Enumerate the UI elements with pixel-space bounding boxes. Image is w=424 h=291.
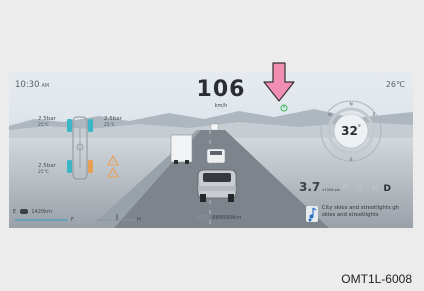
outside-temperature: 26℃ [385,80,405,89]
vehicle-tire-diagram [67,116,93,180]
gear-drive: D [383,184,391,194]
svg-text:!: ! [112,160,114,166]
odometer: ODO 889999km [196,215,242,221]
figure-code: OMT1L-6008 [341,272,412,286]
tire-front-left: 2.5bar 25℃ [38,116,56,128]
gauge-low-label: F [71,217,74,223]
svg-text:W: W [328,112,332,117]
tire-front-right: 2.5bar 25℃ [104,116,122,128]
instrument-cluster-display: 10:30 AM 26℃ 106 km/h 2.5bar 25℃ 2.5bar 25℃… [9,72,413,228]
cruise-indicator-icon [280,104,288,112]
speed-unit: km/h [214,103,228,109]
clock: 10:30 AM [15,80,50,90]
vehicle-truck-ahead [170,134,193,164]
music-title: City skies and streetlights gh skies and… [322,205,400,218]
svg-text:!: ! [112,172,114,178]
vehicle-car-mid [206,148,226,164]
gear-inactive: P R N [342,184,382,194]
compass-temperature: 32° [341,124,361,138]
svg-text:N: N [349,102,352,108]
speedometer-value: 106 [196,77,246,102]
fuel-temp-bar [15,214,137,221]
svg-text:S: S [350,157,353,163]
gear-indicator: 3.7 x1000rpm P R ND [299,180,391,194]
tire-rear-left: 2.5bar 25℃ [38,163,56,175]
own-vehicle [197,169,237,202]
now-playing: City skies and streetlights gh skies and… [306,202,410,226]
vehicle-car-far [210,123,219,131]
music-note-icon [306,206,318,222]
gauge-high-label: H [137,217,141,223]
warning-icons: ! ! [107,155,119,178]
pointer-arrow-icon [263,62,295,102]
